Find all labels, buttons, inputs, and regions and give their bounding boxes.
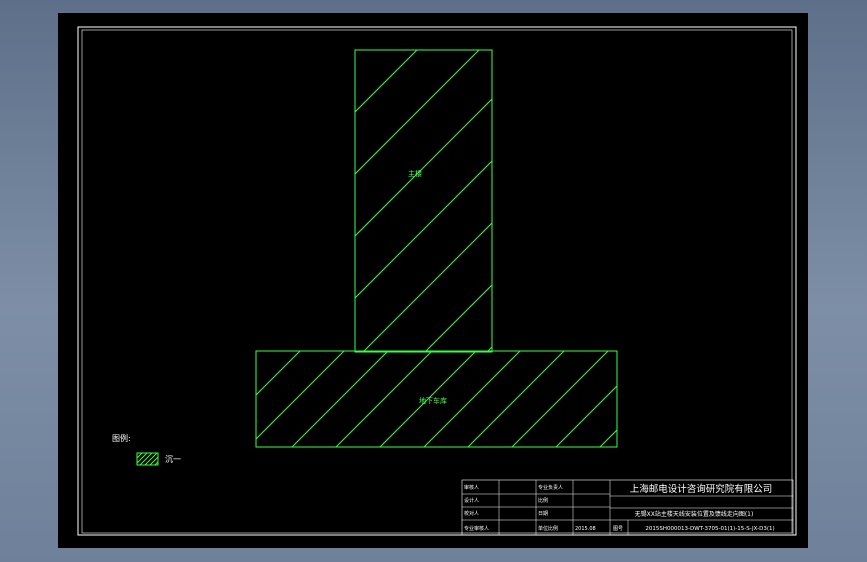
hatch-line — [335, 351, 433, 447]
hatch-line — [139, 453, 153, 465]
hatch-line — [673, 50, 808, 352]
hatch-line — [256, 351, 257, 352]
hatch-line — [355, 50, 480, 175]
hatch-line — [355, 50, 418, 113]
tb-role-2: 设计人 — [464, 497, 479, 504]
tb-mid-2: 比例 — [538, 497, 548, 504]
hatch-line — [137, 453, 143, 459]
tb-date-value: 2015.08 — [575, 526, 596, 532]
hatch-line — [256, 351, 301, 396]
hatch-line — [362, 222, 492, 352]
hatch-line — [355, 160, 492, 299]
tb-mid-4: 单位比例 — [538, 525, 558, 532]
hatch-line — [486, 346, 492, 352]
inner-frame — [81, 29, 793, 534]
hatch-line — [611, 50, 808, 352]
hatch-line — [467, 351, 565, 447]
tb-drawing-title: 无锡XX站主楼天线安装位置及馈线走向图(1) — [635, 510, 754, 518]
tower-label: 主楼 — [408, 169, 422, 178]
title-block: 审核人 专业负责人 设计人 比例 校对人 日期 专业审核人 单位比例 2015.… — [461, 479, 794, 536]
hatch-line — [735, 50, 808, 352]
hatch-line — [355, 98, 492, 237]
hatch-line — [256, 351, 345, 440]
tb-role-3: 校对人 — [464, 510, 479, 517]
hatch-line — [355, 50, 356, 51]
hatch-line — [137, 453, 138, 454]
hatch-line — [291, 351, 389, 447]
legend-title: 图例: — [112, 433, 131, 443]
outer-frame — [77, 26, 797, 536]
hatch-line — [511, 351, 609, 447]
hatch-line — [599, 429, 617, 447]
hatch-line — [555, 385, 617, 447]
tb-mid-3: 日期 — [538, 511, 548, 517]
hatch-line — [424, 284, 492, 352]
legend: 图例: 沉一 — [112, 433, 181, 466]
tower-hatch — [355, 50, 808, 352]
hatch-line — [549, 50, 808, 352]
hatch-line — [688, 351, 784, 447]
tb-role-1: 审核人 — [464, 484, 479, 491]
basement-hatch — [256, 351, 784, 447]
tb-figure-no-label: 图号 — [613, 526, 623, 532]
basement-label: 地下车库 — [419, 396, 447, 405]
tb-mid-1: 专业负责人 — [538, 484, 563, 491]
tb-company: 上海邮电设计咨询研究院有限公司 — [630, 483, 773, 495]
drawing-viewport[interactable]: 主楼 地下车库 图例: 沉一 审核人 专业负责人 设计人 比例 校对人 日期 专… — [58, 13, 808, 548]
tb-drawing-number: 2015SH000013-DWT-3705-01(1)-15-S-JX-D3(1… — [645, 526, 774, 532]
legend-item-label: 沉一 — [165, 455, 181, 464]
hatch-line — [144, 453, 158, 465]
basement-zone: 地下车库 — [255, 350, 784, 448]
hatch-line — [644, 351, 740, 447]
tower-zone: 主楼 — [354, 49, 808, 353]
cad-drawing: 主楼 地下车库 图例: 沉一 审核人 专业负责人 设计人 比例 校对人 日期 专… — [77, 26, 808, 536]
tb-role-4: 专业审核人 — [464, 525, 489, 532]
hatch-line — [149, 456, 158, 465]
